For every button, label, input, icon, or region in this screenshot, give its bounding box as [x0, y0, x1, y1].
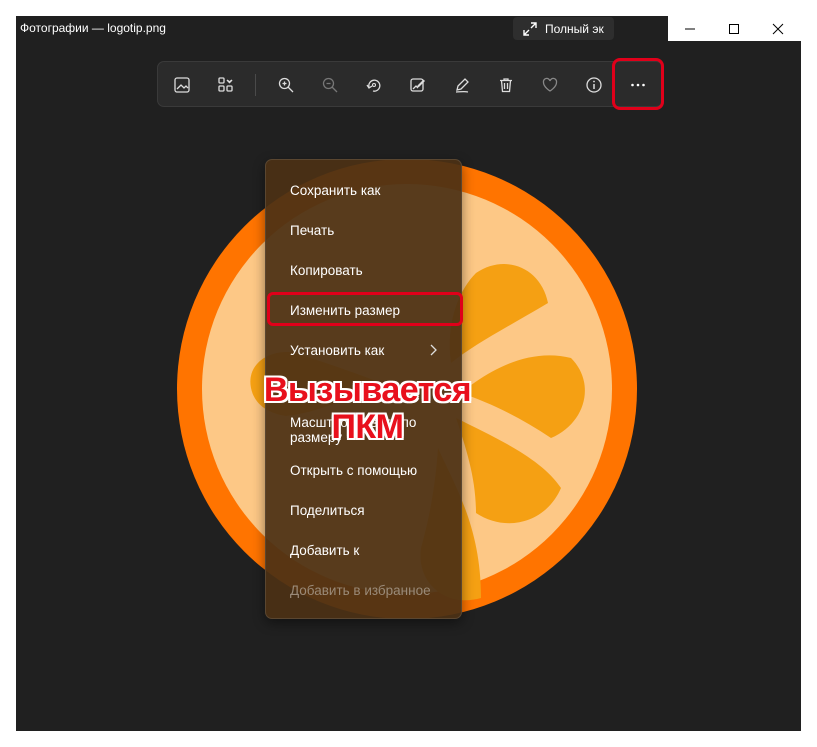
annotation-caption: Вызывается ПКМ: [260, 372, 475, 446]
photo-icon: [174, 77, 190, 93]
rotate-button[interactable]: [360, 71, 388, 99]
menu-item-print[interactable]: Печать: [266, 212, 461, 248]
menu-item-label: Печать: [290, 222, 335, 238]
minimize-button[interactable]: [668, 16, 712, 41]
viewer-toolbar: [157, 61, 663, 107]
delete-button[interactable]: [492, 71, 520, 99]
zoom-out-icon: [322, 77, 338, 93]
menu-item-add-to[interactable]: Добавить к: [266, 532, 461, 568]
menu-item-label: Открыть с помощью: [290, 462, 418, 478]
menu-item-copy[interactable]: Копировать: [266, 252, 461, 288]
gallery-icon: [218, 77, 233, 92]
zoom-in-icon: [278, 77, 294, 93]
draw-button[interactable]: [448, 71, 476, 99]
menu-item-share[interactable]: Поделиться: [266, 492, 461, 528]
toolbar-separator: [255, 74, 256, 96]
menu-item-open-with[interactable]: Открыть с помощью: [266, 452, 461, 488]
menu-item-label: Сохранить как: [290, 182, 381, 198]
edit-image-icon: [410, 78, 425, 92]
menu-item-label: Добавить к: [290, 542, 360, 558]
zoom-in-button[interactable]: [272, 71, 300, 99]
menu-item-label: Установить как: [290, 342, 385, 358]
menu-item-save-as[interactable]: Сохранить как: [266, 172, 461, 208]
info-icon: [586, 77, 602, 93]
favorite-icon: [542, 77, 558, 92]
minimize-icon: [685, 28, 695, 29]
close-icon: [772, 23, 784, 34]
window-controls: [668, 16, 801, 41]
photos-app-window: Фотографии — logotip.png Полный эк Сохра…: [16, 16, 801, 731]
draw-icon: [455, 78, 469, 93]
more-button-highlight: [612, 58, 664, 110]
zoom-out-button[interactable]: [316, 71, 344, 99]
info-button[interactable]: [580, 71, 608, 99]
menu-item-label: Поделиться: [290, 502, 365, 518]
annotation-line-1: Вызывается: [263, 371, 472, 409]
chevron-right-icon: [430, 344, 437, 356]
maximize-button[interactable]: [712, 16, 756, 41]
gallery-button[interactable]: [212, 71, 240, 99]
title-bar: Фотографии — logotip.png Полный эк: [16, 16, 801, 41]
edit-image-button[interactable]: [404, 71, 432, 99]
delete-icon: [500, 78, 512, 93]
menu-item-set-as[interactable]: Установить как: [266, 332, 461, 368]
favorite-button[interactable]: [536, 71, 564, 99]
photo-button[interactable]: [168, 71, 196, 99]
window-title: Фотографии — logotip.png: [20, 21, 166, 35]
maximize-icon: [729, 23, 739, 34]
rotate-icon: [366, 79, 381, 92]
annotation-line-2: ПКМ: [331, 408, 404, 446]
close-button[interactable]: [756, 16, 800, 41]
menu-item-label: Добавить в избранное: [290, 582, 431, 598]
resize-item-highlight: [267, 292, 463, 326]
expand-icon: [523, 21, 537, 36]
menu-item-label: Копировать: [290, 262, 363, 278]
fullscreen-label: Полный эк: [545, 21, 604, 36]
fullscreen-button[interactable]: Полный эк: [513, 17, 614, 40]
menu-item-add-to-favorites: Добавить в избранное: [266, 572, 461, 608]
